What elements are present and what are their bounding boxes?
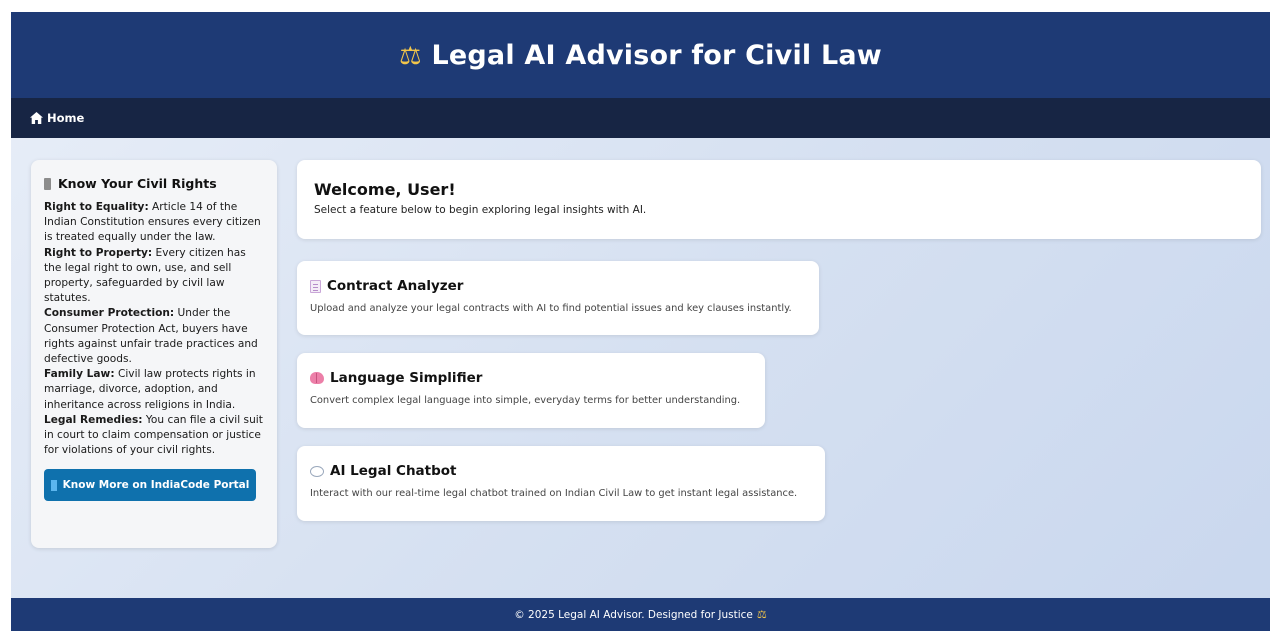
app-header: ⚖ Legal AI Advisor for Civil Law xyxy=(11,12,1270,98)
footer-text: © 2025 Legal AI Advisor. Designed for Ju… xyxy=(514,608,753,621)
feature-heading: Contract Analyzer xyxy=(310,278,806,294)
welcome-subtitle: Select a feature below to begin explorin… xyxy=(314,204,647,216)
feature-description: Interact with our real-time legal chatbo… xyxy=(310,488,798,499)
main-content: Know Your Civil Rights Right to Equality… xyxy=(11,138,1270,598)
home-icon xyxy=(30,112,43,124)
right-term: Right to Property: xyxy=(44,246,153,259)
right-item-property: Right to Property: Every citizen has the… xyxy=(44,246,264,307)
civil-rights-sidebar: Know Your Civil Rights Right to Equality… xyxy=(31,160,277,548)
speech-bubble-icon xyxy=(310,465,324,477)
book-icon xyxy=(50,479,57,491)
feature-title: AI Legal Chatbot xyxy=(330,463,457,479)
page-title: Legal AI Advisor for Civil Law xyxy=(431,39,882,71)
legal-chatbot-card[interactable]: AI Legal Chatbot Interact with our real-… xyxy=(297,446,825,521)
feature-title: Contract Analyzer xyxy=(327,278,464,294)
nav-home-link[interactable]: Home xyxy=(30,111,84,125)
sidebar-title: Know Your Civil Rights xyxy=(58,176,217,191)
document-icon xyxy=(310,279,321,293)
welcome-card: Welcome, User! Select a feature below to… xyxy=(297,160,1261,239)
right-item-equality: Right to Equality: Article 14 of the Ind… xyxy=(44,200,264,246)
scroll-icon xyxy=(44,177,51,190)
welcome-title: Welcome, User! xyxy=(314,180,456,199)
right-term: Legal Remedies: xyxy=(44,413,143,426)
right-item-family: Family Law: Civil law protects rights in… xyxy=(44,367,264,413)
page-frame: ⚖ Legal AI Advisor for Civil Law Home Kn… xyxy=(11,12,1270,631)
feature-heading: Language Simplifier xyxy=(310,370,752,386)
sidebar-heading: Know Your Civil Rights xyxy=(44,176,264,191)
rights-list: Right to Equality: Article 14 of the Ind… xyxy=(44,200,264,458)
feature-description: Convert complex legal language into simp… xyxy=(310,395,741,406)
right-term: Right to Equality: xyxy=(44,201,149,213)
header-title-group: ⚖ Legal AI Advisor for Civil Law xyxy=(399,40,882,71)
right-item-remedies: Legal Remedies: You can file a civil sui… xyxy=(44,413,264,459)
navbar: Home xyxy=(11,98,1270,138)
indiacode-button-label: Know More on IndiaCode Portal xyxy=(62,479,250,492)
right-item-consumer: Consumer Protection: Under the Consumer … xyxy=(44,306,264,367)
indiacode-portal-button[interactable]: Know More on IndiaCode Portal xyxy=(44,469,256,502)
right-term: Consumer Protection: xyxy=(44,307,175,320)
language-simplifier-card[interactable]: Language Simplifier Convert complex lega… xyxy=(297,353,765,428)
contract-analyzer-card[interactable]: Contract Analyzer Upload and analyze you… xyxy=(297,261,819,335)
feature-heading: AI Legal Chatbot xyxy=(310,463,812,479)
balance-scale-icon: ⚖ xyxy=(756,608,767,621)
brain-icon xyxy=(310,372,324,384)
right-term: Family Law: xyxy=(44,368,115,381)
feature-description: Upload and analyze your legal contracts … xyxy=(310,303,792,314)
page-footer: © 2025 Legal AI Advisor. Designed for Ju… xyxy=(11,598,1270,631)
nav-home-label: Home xyxy=(47,111,85,125)
feature-title: Language Simplifier xyxy=(330,370,483,386)
balance-scale-icon: ⚖ xyxy=(399,40,422,70)
